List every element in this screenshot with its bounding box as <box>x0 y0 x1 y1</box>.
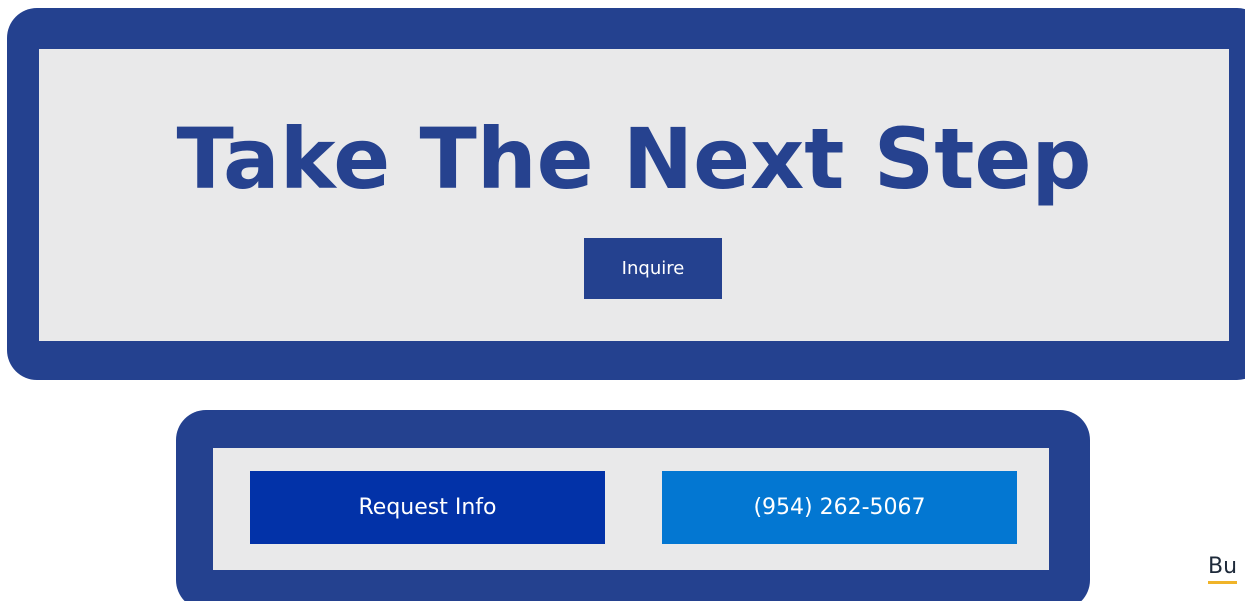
hero-title: Take The Next Step <box>176 110 1092 208</box>
cta-frame: Request Info (954) 262-5067 <box>176 410 1090 601</box>
cta-panel: Request Info (954) 262-5067 <box>213 448 1049 570</box>
hero-panel: Take The Next Step Inquire <box>39 49 1229 341</box>
inquire-button[interactable]: Inquire <box>584 238 722 299</box>
page: Take The Next Step Inquire Request Info … <box>0 0 1245 601</box>
request-info-button[interactable]: Request Info <box>250 471 605 544</box>
truncated-link[interactable]: Bu <box>1208 553 1238 584</box>
hero-frame: Take The Next Step Inquire <box>7 8 1245 380</box>
phone-number-button[interactable]: (954) 262-5067 <box>662 471 1017 544</box>
